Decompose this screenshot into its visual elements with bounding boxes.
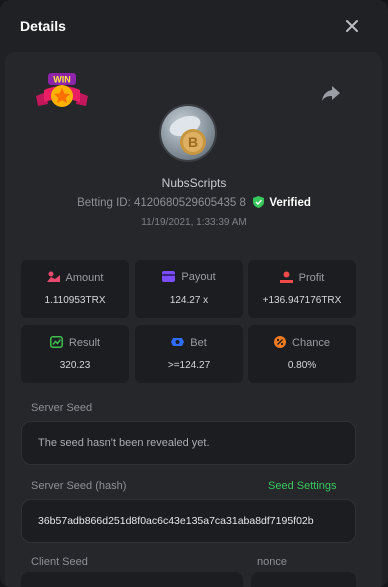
stat-result-label: Result — [68, 337, 101, 349]
server-seed-hash-label: Server Seed (hash) — [31, 480, 127, 492]
stat-result: Result 320.23 — [21, 325, 129, 383]
stat-bet: Bet >=124.27 — [135, 325, 243, 383]
bet-timestamp: 11/19/2021, 1:33:39 AM — [141, 217, 247, 228]
stat-payout: Payout 124.27 x — [135, 260, 243, 318]
server-seed-hash-field[interactable]: 36b57adb866d251d8f0ac6c43e135a7ca31aba8d… — [21, 499, 356, 543]
verified-label: Verified — [269, 197, 311, 209]
svg-text:WIN: WIN — [53, 75, 71, 85]
stat-payout-label: Payout — [181, 271, 216, 283]
stat-profit-label: Profit — [298, 272, 325, 284]
percent-icon — [274, 336, 287, 348]
svg-text:B: B — [188, 134, 198, 150]
avatar: B — [159, 104, 217, 162]
verified-shield-icon — [253, 196, 265, 208]
seed-settings-link[interactable]: Seed Settings — [268, 480, 337, 492]
payout-icon — [162, 271, 176, 282]
client-seed-label: Client Seed — [31, 556, 88, 568]
betting-id: Betting ID: 4120680529605435 8 — [77, 197, 246, 209]
stat-bet-label: Bet — [190, 337, 207, 349]
close-button[interactable] — [343, 17, 361, 35]
stat-amount: Amount 1.110953TRX — [21, 260, 129, 318]
betting-id-line: Betting ID: 4120680529605435 8 Verified — [0, 196, 388, 209]
stat-chance-label: Chance — [292, 337, 330, 349]
server-seed-value: The seed hasn't been revealed yet. — [38, 437, 210, 449]
stat-amount-label: Amount — [65, 272, 104, 284]
username: NubsScripts — [161, 176, 227, 190]
details-dialog: Details WIN B NubsScripts Betting ID: 41… — [0, 0, 388, 587]
server-seed-label: Server Seed — [31, 402, 93, 414]
stat-bet-value: >=124.27 — [167, 360, 211, 371]
dialog-title: Details — [20, 18, 66, 34]
share-button[interactable] — [321, 84, 341, 102]
stat-profit: Profit +136.947176TRX — [248, 260, 356, 318]
share-icon — [322, 86, 340, 101]
win-badge-icon: WIN — [34, 70, 90, 114]
dialog-header: Details — [0, 0, 388, 52]
nonce-label: nonce — [257, 556, 287, 568]
result-chart-icon — [49, 336, 63, 348]
stat-result-value: 320.23 — [59, 360, 91, 371]
close-icon — [346, 20, 358, 32]
server-seed-hash-value: 36b57adb866d251d8f0ac6c43e135a7ca31aba8d… — [38, 515, 314, 527]
server-seed-field: The seed hasn't been revealed yet. — [21, 421, 356, 465]
stat-amount-value: 1.110953TRX — [44, 295, 106, 306]
bet-icon — [171, 338, 185, 346]
stat-chance-value: 0.80% — [287, 360, 317, 371]
stat-payout-value: 124.27 x — [169, 295, 209, 306]
amount-icon — [46, 271, 60, 282]
nonce-field[interactable] — [251, 572, 356, 587]
stat-chance: Chance 0.80% — [248, 325, 356, 383]
stat-profit-value: +136.947176TRX — [262, 295, 342, 306]
profit-icon — [279, 271, 293, 283]
client-seed-field[interactable] — [21, 572, 243, 587]
